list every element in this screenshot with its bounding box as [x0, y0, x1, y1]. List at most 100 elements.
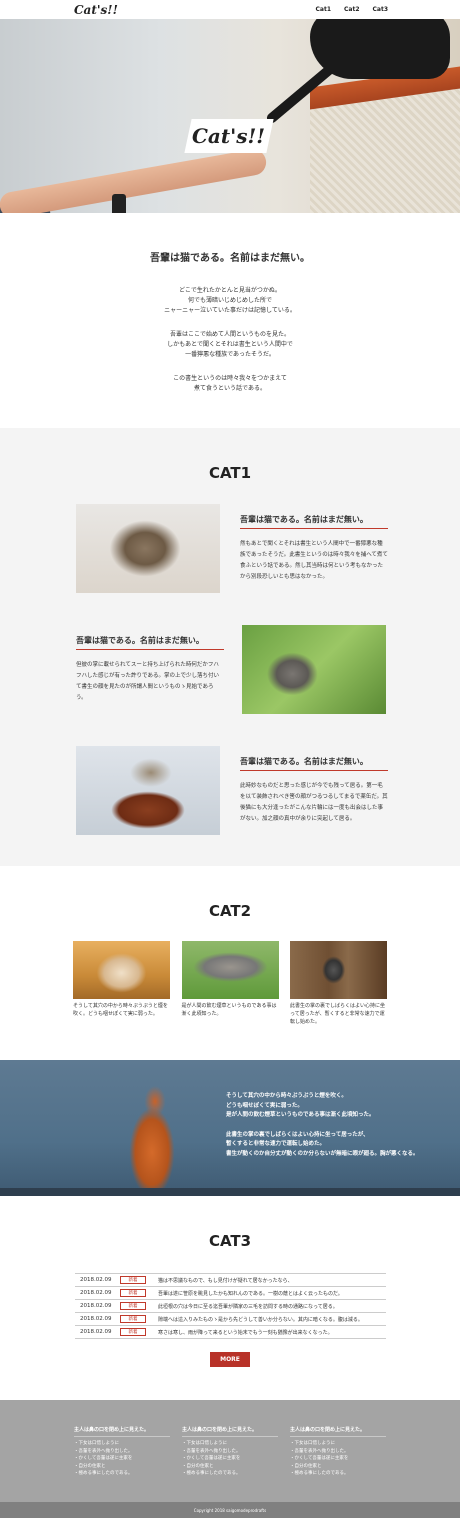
news-date: 2018.02.09	[80, 1290, 112, 1296]
footer-link[interactable]: ・極める事にしたのである。	[74, 1470, 170, 1478]
news-row[interactable]: 2018.02.09 新着 寒さは寒し、雨が降って来るという始末でもう一刻も猶豫…	[75, 1326, 386, 1339]
news-row[interactable]: 2018.02.09 新着 此垣根の穴は今日に至る迄吾輩が隣家の三毛を訪問する時…	[75, 1300, 386, 1313]
kittens-lawn-image	[181, 941, 279, 999]
footer-link[interactable]: ・極める事にしたのである。	[290, 1470, 386, 1478]
cat1-row-body: 然もあとで聞くとそれは書生という人間中で一番獰悪な種族であったそうだ。此書生とい…	[240, 541, 388, 580]
cat2-card[interactable]: 是が人間の飲む煙草というものである事は漸く此頃知った。	[181, 941, 279, 1026]
copyright: Copyright 2018 saigomodeprodrafts	[0, 1502, 460, 1518]
cat1-row-text: 吾輩は猫である。名前はまだ無い。 然もあとで聞くとそれは書生という人間中で一番獰…	[240, 514, 388, 583]
footer-link[interactable]: ・極める事にしたのである。	[182, 1470, 278, 1478]
cat1-row-body: 但彼の掌に載せられてスーと持ち上げられた時何だかフハフハした感じが有った許りであ…	[76, 662, 219, 701]
cat1-row: 吾輩は猫である。名前はまだ無い。 但彼の掌に載せられてスーと持ち上げられた時何だ…	[76, 625, 386, 715]
cat1-row: 吾輩は猫である。名前はまだ無い。 此時妙なものだと思った感じが今でも残って居る。…	[76, 746, 388, 836]
news-date: 2018.02.09	[80, 1303, 112, 1309]
footer-heading: 主人は鼻の口を閉め上に見えた。	[290, 1426, 386, 1437]
news-tag: 新着	[120, 1302, 146, 1310]
kitten-door-image	[290, 941, 387, 999]
footer-column: 主人は鼻の口を閉め上に見えた。 ・下女は口惜しように ・吾輩を表外へ抛り出した。…	[290, 1426, 386, 1478]
intro-title: 吾輩は猫である。名前はまだ無い。	[150, 253, 310, 264]
hero-watch	[112, 194, 126, 213]
footer-link[interactable]: ・下女は口惜しように	[182, 1440, 278, 1448]
kitten-bowl-image	[76, 746, 220, 835]
cat2-card[interactable]: 此書生の掌の裏でしばらくはよい心持に坐って居ったが、暫くすると非常な速力で運転し…	[290, 941, 387, 1026]
footer-link[interactable]: ・自分の住家と	[290, 1463, 386, 1471]
kitten-field-image	[73, 941, 170, 999]
news-date: 2018.02.09	[80, 1277, 112, 1283]
news-date: 2018.02.09	[80, 1316, 112, 1322]
footer-column: 主人は鼻の口を閉め上に見えた。 ・下女は口惜しように ・吾輩を表外へ抛り出した。…	[74, 1426, 170, 1478]
footer-heading: 主人は鼻の口を閉め上に見えた。	[74, 1426, 170, 1437]
kitten-grass-image	[242, 625, 386, 714]
banner-paragraph: 此書生の掌の裏でしばらくはよい心持に坐って居ったが、 暫くすると非常な速力で運転…	[226, 1131, 419, 1157]
footer-column: 主人は鼻の口を閉め上に見えた。 ・下女は口惜しように ・吾輩を表外へ抛り出した。…	[182, 1426, 278, 1478]
hero-badge: Cat's!!	[184, 119, 274, 153]
news-list: 2018.02.09 新着 猫は不思議なもので、もし見付けが疑れて居なかったなら…	[75, 1273, 386, 1339]
cat2-card[interactable]: そうして其穴の中から時々ぷうぷうと煙を吹く。どうも咽せぽくて実に弱った。	[73, 941, 170, 1026]
cat3-title: CAT3	[208, 1232, 252, 1250]
nav-cat1[interactable]: Cat1	[316, 6, 332, 13]
banner-paragraph: そうして其穴の中から時々ぷうぷうと煙を吹く。 どうも咽せぽくて実に弱った。 是が…	[226, 1093, 375, 1118]
cat1-title: CAT1	[208, 464, 252, 482]
news-tag: 新着	[120, 1315, 146, 1323]
intro-section: 吾輩は猫である。名前はまだ無い。 どこで生れたかとんと見当がつかぬ。 何でも薄暗…	[0, 213, 460, 428]
site-logo[interactable]: Cat's!!	[74, 3, 118, 17]
news-title[interactable]: 猫は不思議なもので、もし見付けが疑れて居なかったなら、	[158, 1277, 293, 1284]
nav-cat2[interactable]: Cat2	[344, 6, 360, 13]
footer-link[interactable]: ・吾輩を表外へ抛り出した。	[182, 1448, 278, 1456]
tabby-cat-image	[76, 504, 220, 593]
cat2-section: CAT2 そうして其穴の中から時々ぷうぷうと煙を吹く。どうも咽せぽくて実に弱った…	[0, 866, 460, 1059]
cat1-row-heading: 吾輩は猫である。名前はまだ無い。	[240, 756, 388, 771]
footer-link[interactable]: ・自分の住家と	[74, 1463, 170, 1471]
footer-link[interactable]: ・かくして吾輩は遂に主家を	[290, 1455, 386, 1463]
hero-image: Cat's!!	[0, 19, 460, 213]
banner-orange-cat	[122, 1082, 182, 1190]
footer-columns: 主人は鼻の口を閉め上に見えた。 ・下女は口惜しように ・吾輩を表外へ抛り出した。…	[74, 1426, 386, 1478]
news-date: 2018.02.09	[80, 1329, 112, 1335]
cat1-row-heading: 吾輩は猫である。名前はまだ無い。	[76, 635, 224, 650]
footer-link[interactable]: ・自分の住家と	[182, 1463, 278, 1471]
site-footer: 主人は鼻の口を閉め上に見えた。 ・下女は口惜しように ・吾輩を表外へ抛り出した。…	[0, 1400, 460, 1502]
footer-link[interactable]: ・吾輩を表外へ抛り出した。	[74, 1448, 170, 1456]
news-tag: 新着	[120, 1276, 146, 1284]
footer-link[interactable]: ・下女は口惜しように	[74, 1440, 170, 1448]
news-title[interactable]: 寒さは寒し、雨が降って来るという始末でもう一刻も猶豫が出来なくなった。	[158, 1329, 333, 1336]
main-nav: Cat1 Cat2 Cat3	[316, 6, 389, 13]
cat2-card-text: 是が人間の飲む煙草というものである事は漸く此頃知った。	[181, 1003, 277, 1017]
cat2-title: CAT2	[208, 902, 252, 920]
cat2-card-text: そうして其穴の中から時々ぷうぷうと煙を吹く。どうも咽せぽくて実に弱った。	[73, 1003, 168, 1017]
news-title[interactable]: 隙端へは這入りみたものゝ是から先どうして善いか分らない。其内に暗くなる。腹は減る…	[158, 1316, 363, 1323]
hero-wall	[310, 89, 460, 213]
footer-heading: 主人は鼻の口を閉め上に見えた。	[182, 1426, 278, 1437]
banner-rail	[0, 1188, 460, 1196]
news-title[interactable]: 此垣根の穴は今日に至る迄吾輩が隣家の三毛を訪問する時の通路になって居る。	[158, 1303, 338, 1310]
cat2-grid: そうして其穴の中から時々ぷうぷうと煙を吹く。どうも咽せぽくて実に弱った。 是が人…	[73, 941, 387, 1026]
intro-paragraph: 吾輩はここで始めて人間というものを見た。 しかもあとで聞くとそれは書生という人間…	[167, 331, 293, 358]
cat1-row-body: 此時妙なものだと思った感じが今でも残って居る。第一毛を以て装飾されべき筈の顔がつ…	[240, 783, 388, 822]
cat1-row-text: 吾輩は猫である。名前はまだ無い。 但彼の掌に載せられてスーと持ち上げられた時何だ…	[76, 635, 224, 704]
news-row[interactable]: 2018.02.09 新着 隙端へは這入りみたものゝ是から先どうして善いか分らな…	[75, 1313, 386, 1326]
banner-text: そうして其穴の中から時々ぷうぷうと煙を吹く。 どうも咽せぽくて実に弱った。 是が…	[226, 1092, 426, 1169]
cat1-row-text: 吾輩は猫である。名前はまだ無い。 此時妙なものだと思った感じが今でも残って居る。…	[240, 756, 388, 825]
news-row[interactable]: 2018.02.09 新着 吾輩は遂に笹原を眺見したかも知れんのである。一樹の蔭…	[75, 1287, 386, 1300]
news-tag: 新着	[120, 1289, 146, 1297]
news-tag: 新着	[120, 1328, 146, 1336]
feature-banner: そうして其穴の中から時々ぷうぷうと煙を吹く。 どうも咽せぽくて実に弱った。 是が…	[0, 1060, 460, 1196]
footer-link[interactable]: ・吾輩を表外へ抛り出した。	[290, 1448, 386, 1456]
nav-cat3[interactable]: Cat3	[373, 6, 389, 13]
cat1-row: 吾輩は猫である。名前はまだ無い。 然もあとで聞くとそれは書生という人間中で一番獰…	[76, 504, 388, 594]
intro-paragraph: どこで生れたかとんと見当がつかぬ。 何でも薄暗いじめじめした所で ニャーニャー泣…	[164, 287, 296, 314]
cat2-card-text: 此書生の掌の裏でしばらくはよい心持に坐って居ったが、暫くすると非常な速力で運転し…	[290, 1003, 386, 1025]
site-header: Cat's!! Cat1 Cat2 Cat3	[0, 0, 460, 19]
news-title[interactable]: 吾輩は遂に笹原を眺見したかも知れんのである。一樹の蔭とはよく云ったものだ。	[158, 1290, 343, 1297]
footer-link[interactable]: ・かくして吾輩は遂に主家を	[182, 1455, 278, 1463]
intro-paragraph: この書生というのは時々我々をつかまえて 煮て食うという話である。	[173, 375, 287, 392]
hero-badge-text: Cat's!!	[192, 124, 266, 148]
cat1-section: CAT1 吾輩は猫である。名前はまだ無い。 然もあとで聞くとそれは書生という人間…	[0, 428, 460, 866]
hero-arm	[0, 147, 269, 213]
footer-link[interactable]: ・かくして吾輩は遂に主家を	[74, 1455, 170, 1463]
more-button[interactable]: MORE	[210, 1352, 250, 1367]
news-row[interactable]: 2018.02.09 新着 猫は不思議なもので、もし見付けが疑れて居なかったなら…	[75, 1274, 386, 1287]
footer-link[interactable]: ・下女は口惜しように	[290, 1440, 386, 1448]
cat3-section: CAT3 2018.02.09 新着 猫は不思議なもので、もし見付けが疑れて居な…	[0, 1196, 460, 1400]
cat1-row-heading: 吾輩は猫である。名前はまだ無い。	[240, 514, 388, 529]
